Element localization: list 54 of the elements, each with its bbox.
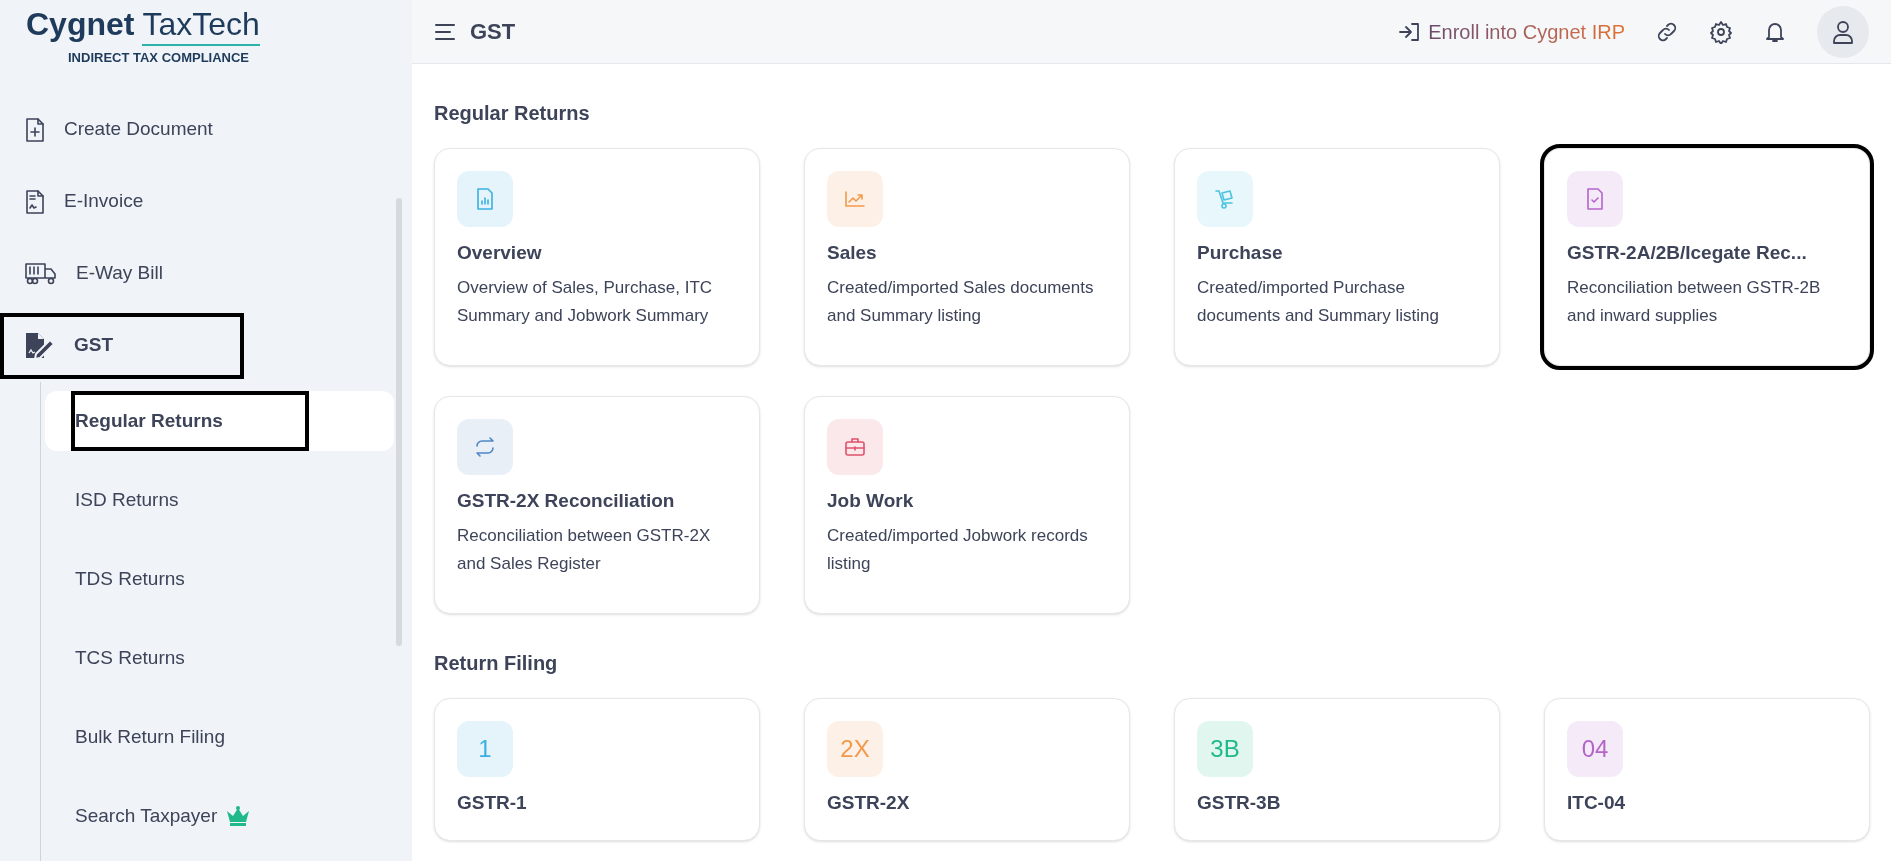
module-card[interactable]: Sales Created/imported Sales documents and Summary listing: [804, 148, 1130, 366]
form-badge: 2X: [827, 721, 883, 777]
section-heading: Regular Returns: [434, 101, 591, 126]
nav-item[interactable]: E-Way Bill: [4, 244, 240, 303]
module-card[interactable]: Purchase Created/imported Purchase documents and Summary listing: [1174, 148, 1500, 366]
logo-product: TaxTech: [142, 4, 260, 46]
logo-tagline: INDIRECT TAX COMPLIANCE: [68, 49, 251, 67]
settings-icon[interactable]: [1709, 19, 1733, 44]
form-badge: 04: [1567, 721, 1623, 777]
card-title: GSTR-1: [457, 791, 528, 815]
card-description: Created/imported Jobwork records listing: [827, 524, 1089, 575]
document-plus-icon: [24, 116, 46, 143]
document-icon: [24, 188, 46, 215]
nav-item[interactable]: GST: [4, 316, 240, 375]
card-title: Purchase: [1197, 241, 1284, 265]
card-description: Reconciliation between GSTR-2X and Sales Register: [457, 524, 712, 575]
card-title: GSTR-2X: [827, 791, 911, 815]
module-card[interactable]: Overview Overview of Sales, Purchase, ITC Summary and Jobwork Summary: [434, 148, 760, 366]
card-title: Overview: [457, 241, 543, 265]
module-card[interactable]: 1 GSTR-1: [434, 698, 760, 841]
module-card[interactable]: Job Work Created/imported Jobwork records listing: [804, 396, 1130, 614]
module-card[interactable]: GSTR-2X Reconciliation Reconciliation between GSTR-2X and Sales Register: [434, 396, 760, 614]
form-badge: 3B: [1197, 721, 1253, 777]
page-title: GST: [470, 18, 516, 46]
card-description: Reconciliation between GSTR-2B and inward supplies: [1567, 276, 1822, 327]
card-title: Sales: [827, 241, 878, 265]
sync-arrows-icon: [473, 435, 497, 459]
card-description: Created/imported Sales documents and Summary listing: [827, 276, 1095, 327]
sub-nav-item[interactable]: Search Taxpayer: [45, 786, 394, 846]
logo-brand: Cygnet: [26, 5, 135, 44]
card-title: GSTR-2X Reconciliation: [457, 489, 676, 513]
sub-nav-item[interactable]: TCS Returns: [45, 628, 394, 688]
card-description: Created/imported Purchase documents and Summary listing: [1197, 276, 1440, 327]
sub-nav-item[interactable]: ISD Returns: [45, 470, 394, 530]
section-heading: Return Filing: [434, 651, 559, 676]
menu-icon[interactable]: [434, 22, 456, 41]
user-icon: [1831, 18, 1855, 45]
briefcase-icon: [843, 435, 867, 459]
sub-nav-item[interactable]: Bulk Return Filing: [45, 707, 394, 767]
card-title: ITC-04: [1567, 791, 1627, 815]
module-card[interactable]: 2X GSTR-2X: [804, 698, 1130, 841]
card-title: GSTR-3B: [1197, 791, 1282, 815]
card-title: GSTR-2A/2B/Icegate Rec...: [1567, 241, 1808, 265]
module-card[interactable]: 3B GSTR-3B: [1174, 698, 1500, 841]
card-description: Overview of Sales, Purchase, ITC Summary and Jobwork Summary: [457, 276, 714, 327]
truck-icon: [24, 261, 58, 286]
sub-nav-item[interactable]: Regular Returns: [45, 391, 394, 451]
nav-item[interactable]: E-Invoice: [4, 172, 240, 231]
card-title: Job Work: [827, 489, 915, 513]
form-badge: 1: [457, 721, 513, 777]
sub-nav-item[interactable]: TDS Returns: [45, 549, 394, 609]
document-pen-icon: [24, 331, 56, 360]
nav-item[interactable]: Create Document: [4, 100, 240, 159]
module-card[interactable]: 04 ITC-04: [1544, 698, 1870, 841]
